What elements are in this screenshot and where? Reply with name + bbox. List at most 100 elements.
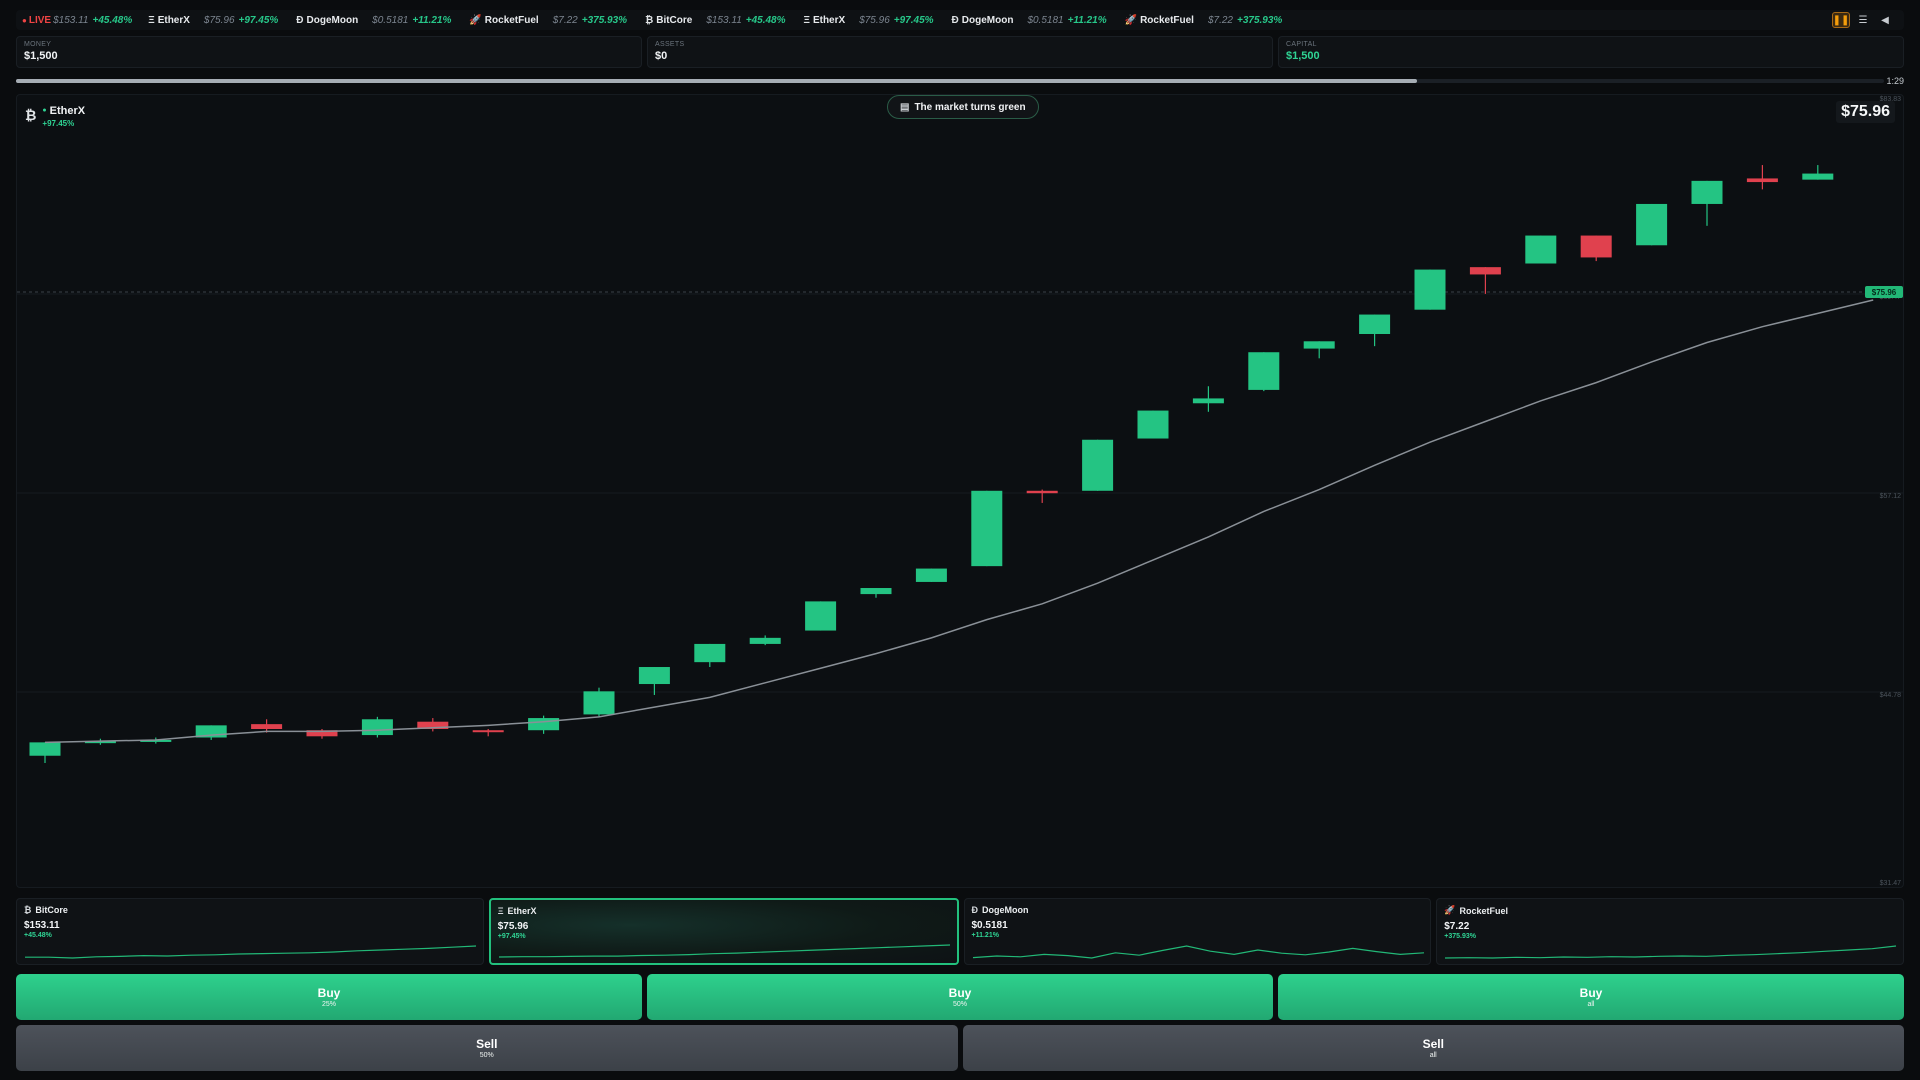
capital-stat: CAPITAL $1,500	[1278, 36, 1904, 68]
assets-label: ASSETS	[655, 41, 685, 48]
candle-up	[1802, 173, 1834, 180]
asset-card-name: RocketFuel	[1459, 905, 1508, 916]
y-tick-label: $31.47	[1880, 880, 1902, 887]
price-chart: $83.83$69.47$57.12$44.78$31.47$75.96 ₿ ●…	[16, 94, 1904, 888]
y-tick-label: $57.12	[1880, 493, 1902, 500]
candle-down	[472, 730, 504, 733]
sell-label: Sell	[1422, 1037, 1444, 1051]
stats-bar: MONEY $1,500 ASSETS $0 CAPITAL $1,500	[16, 36, 1904, 68]
sparkline-path	[972, 945, 1424, 959]
live-dot-icon: ●	[22, 15, 27, 25]
asset-card-name: DogeMoon	[982, 905, 1029, 915]
candle-down	[1746, 178, 1778, 183]
candle-down	[1469, 267, 1501, 275]
pause-icon[interactable]: ❚❚	[1832, 12, 1850, 28]
rocket-icon: 🚀	[1124, 14, 1138, 26]
money-stat: MONEY $1,500	[16, 36, 642, 68]
asset-card-name: EtherX	[507, 906, 537, 916]
candle-up	[694, 643, 726, 663]
money-value: $1,500	[24, 50, 58, 62]
ticker-change: +45.48%	[745, 14, 786, 26]
candle-up	[361, 719, 393, 736]
etherx-icon: Ξ	[497, 906, 504, 916]
buy-50-button[interactable]: Buy 50%	[647, 974, 1273, 1020]
sell-amount: all	[1429, 1052, 1437, 1059]
current-price: $75.96	[1836, 101, 1895, 123]
money-label: MONEY	[24, 41, 52, 48]
asset-card-name: BitCore	[35, 905, 68, 915]
ticker-name: EtherX	[157, 14, 190, 26]
candle-up	[1192, 398, 1224, 404]
ticker-item: $153.11 +45.48%	[53, 15, 132, 26]
etherx-icon: Ξ	[803, 14, 810, 26]
buy-buttons: Buy 25% Buy 50% Buy all	[16, 974, 1904, 1020]
ticker-controls: ❚❚ ☰ ◀	[1832, 12, 1894, 28]
chart-header: ₿ ● EtherX +97.45%	[25, 105, 85, 128]
ticker-name: RocketFuel	[1140, 14, 1194, 26]
ticker-price: $0.5181	[372, 14, 409, 26]
candle-up	[1414, 269, 1446, 310]
ticker-name: RocketFuel	[484, 14, 539, 26]
buy-25-button[interactable]: Buy 25%	[16, 974, 642, 1020]
asset-card-dogemoon[interactable]: Ð DogeMoon $0.5181 +11.21%	[963, 898, 1432, 965]
ticker-change: +11.21%	[1067, 14, 1107, 26]
menu-icon[interactable]: ☰	[1854, 12, 1872, 28]
ticker-change: +97.45%	[893, 14, 934, 26]
ticker-item: Ð DogeMoon $0.5181 +11.21%	[952, 15, 1107, 26]
sparkline-path	[498, 944, 950, 958]
asset-card-bitcore[interactable]: ₿ BitCore $153.11 +45.48%	[16, 898, 484, 965]
buy-all-button[interactable]: Buy all	[1278, 974, 1904, 1020]
ticker-price: $75.96	[859, 14, 890, 26]
sell-buttons: Sell 50% Sell all	[16, 1025, 1904, 1071]
candle-up	[1525, 235, 1557, 264]
sell-all-button[interactable]: Sell all	[962, 1025, 1904, 1071]
moving-average-line	[44, 299, 1874, 744]
asset-card-etherx[interactable]: Ξ EtherX $75.96 +97.45%	[488, 898, 959, 965]
assets-value: $0	[655, 50, 668, 62]
ticker-item: Ð DogeMoon $0.5181 +11.21%	[296, 15, 451, 26]
sparkline	[1445, 945, 1897, 959]
assets-stat: ASSETS $0	[647, 36, 1273, 68]
asset-cards: ₿ BitCore $153.11 +45.48% Ξ EtherX $75.96 …	[16, 898, 1904, 965]
asset-card-change: +375.93%	[1444, 933, 1476, 940]
buy-amount: all	[1587, 1001, 1595, 1008]
ticker-item: Ξ EtherX $75.96 +97.45%	[804, 15, 934, 26]
candle-up	[1137, 410, 1169, 439]
live-indicator: ● LIVE	[22, 15, 51, 26]
asset-card-price: $75.96	[497, 921, 529, 932]
current-price-tag-text: $75.96	[1872, 288, 1897, 297]
buy-amount: 50%	[952, 1001, 967, 1008]
y-tick-label: $44.78	[1880, 692, 1902, 699]
sell-amount: 50%	[479, 1052, 494, 1059]
sell-50-button[interactable]: Sell 50%	[16, 1025, 958, 1071]
ticker-price: $0.5181	[1027, 14, 1064, 26]
bitcoin-icon: ₿	[24, 905, 32, 915]
candle-down	[251, 724, 283, 729]
asset-card-rocketfuel[interactable]: 🚀 RocketFuel $7.22 +375.93%	[1436, 898, 1904, 965]
asset-card-change: +11.21%	[971, 932, 999, 939]
etherx-icon: Ξ	[148, 14, 155, 26]
rocket-icon: 🚀	[469, 14, 482, 26]
sound-icon[interactable]: ◀	[1876, 12, 1894, 28]
candle-down	[1580, 235, 1612, 258]
rocket-icon: 🚀	[1444, 905, 1456, 915]
chart-asset-change: +97.45%	[42, 119, 75, 128]
news-banner: ▤ The market turns green	[887, 95, 1039, 119]
asset-card-price: $153.11	[24, 920, 60, 931]
candle-up	[583, 691, 615, 715]
candle-up	[528, 718, 560, 731]
sell-label: Sell	[476, 1037, 498, 1051]
round-timer-bar	[16, 79, 1884, 83]
buy-amount: 25%	[321, 1001, 336, 1008]
asset-card-change: +97.45%	[497, 933, 526, 940]
ticker-item: 🚀 RocketFuel $7.22 +375.93%	[1125, 15, 1283, 26]
ticker-name: DogeMoon	[306, 14, 359, 26]
buy-label: Buy	[317, 986, 341, 1000]
sparkline	[498, 944, 950, 958]
candle-up	[29, 742, 61, 756]
ticker-name: DogeMoon	[961, 14, 1014, 26]
chart-asset-label: EtherX	[49, 105, 86, 117]
ticker-name: EtherX	[812, 14, 846, 26]
chart-asset-name: ● EtherX	[42, 105, 85, 117]
asset-card-price: $7.22	[1444, 921, 1470, 932]
